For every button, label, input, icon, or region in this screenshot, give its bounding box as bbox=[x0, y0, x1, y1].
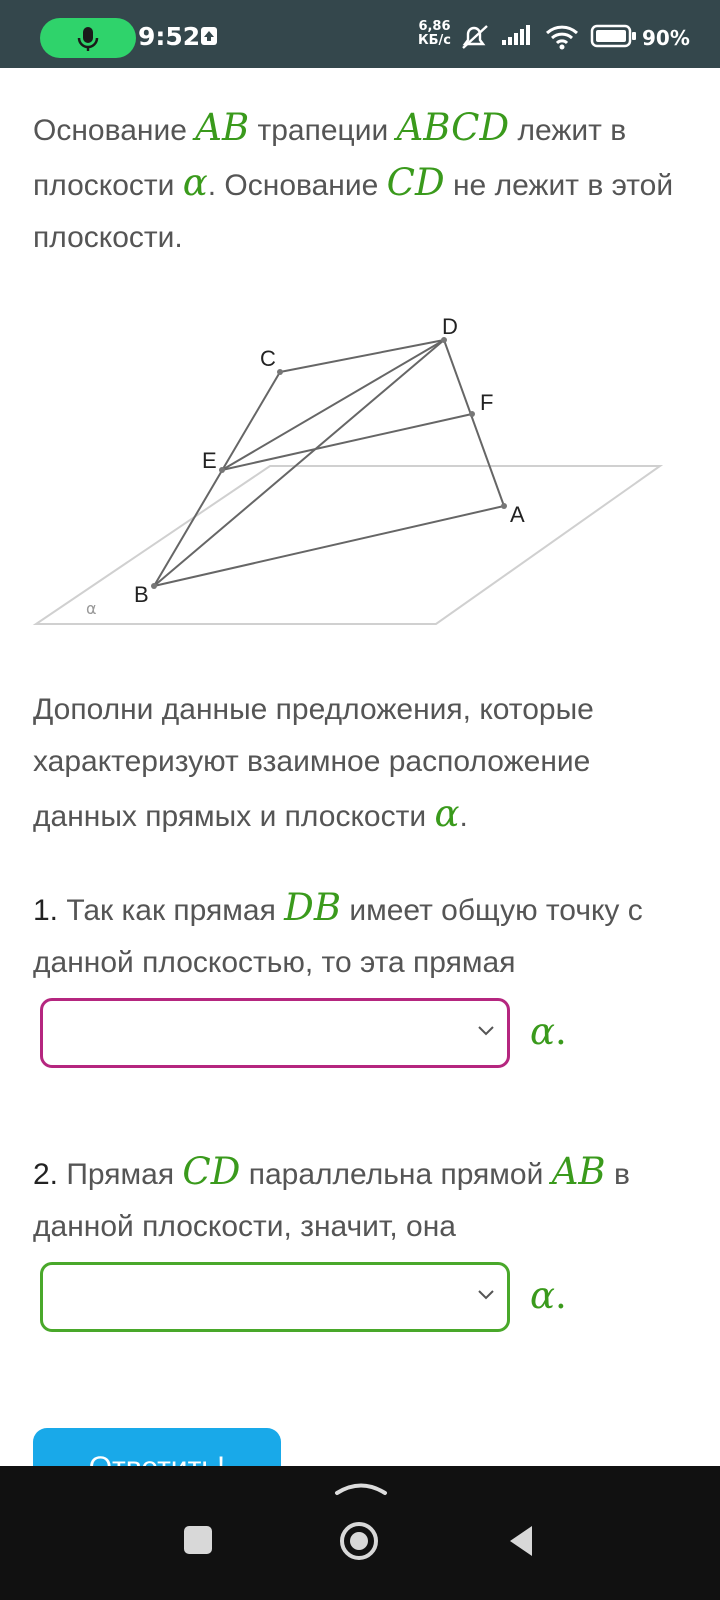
trapezoid-figure: A B C D E F α bbox=[32, 314, 664, 625]
plane-alpha bbox=[32, 465, 664, 625]
instruction-text-1: Дополни данные предложения, которые хара… bbox=[33, 693, 594, 833]
problem-intro: Основание AB трапеции ABCD лежит в плоск… bbox=[33, 102, 693, 264]
point-E bbox=[219, 467, 225, 473]
point-A bbox=[501, 503, 507, 509]
instruction-text: Дополни данные предложения, которые хара… bbox=[33, 684, 693, 843]
question-2-select[interactable] bbox=[40, 1262, 510, 1332]
intro-text-4: . Основание bbox=[207, 169, 387, 202]
label-A: A bbox=[510, 502, 525, 527]
segment-BA bbox=[153, 505, 505, 587]
question-2-period: . bbox=[555, 1274, 567, 1317]
question-2-alpha: α. bbox=[530, 1274, 567, 1317]
point-C bbox=[277, 369, 283, 375]
question-2: 2. Прямая CD параллельна прямой AB в дан… bbox=[33, 1146, 693, 1253]
microphone-icon bbox=[77, 27, 99, 51]
question-1-number: 1. bbox=[33, 894, 59, 927]
question-1-text-1: Так как прямая bbox=[58, 894, 285, 927]
math-CD: CD bbox=[182, 1150, 241, 1193]
point-B bbox=[151, 583, 157, 589]
math-AB: AB bbox=[195, 106, 250, 149]
mic-indicator[interactable] bbox=[40, 18, 136, 58]
navigation-bar bbox=[0, 1466, 720, 1600]
question-1-alpha-symbol: α bbox=[530, 1010, 555, 1053]
question-2-number: 2. bbox=[33, 1158, 59, 1191]
status-bar: 9:52 6,86 КБ/с 90% bbox=[0, 0, 720, 68]
clock: 9:52 bbox=[138, 22, 201, 51]
wifi-icon bbox=[545, 25, 579, 50]
question-1-select[interactable] bbox=[40, 998, 510, 1068]
label-F: F bbox=[480, 390, 493, 415]
question-2-text-2: параллельна прямой bbox=[240, 1158, 552, 1191]
math-ABCD: ABCD bbox=[396, 106, 510, 149]
battery-percent: 90% bbox=[642, 26, 690, 50]
signal-icon bbox=[502, 25, 530, 45]
square-icon[interactable] bbox=[182, 1524, 214, 1556]
battery-icon bbox=[590, 24, 636, 48]
math-CD: CD bbox=[386, 161, 445, 204]
math-AB: AB bbox=[551, 1150, 606, 1193]
question-1: 1. Так как прямая DB имеет общую точку с… bbox=[33, 882, 693, 989]
back-triangle-icon[interactable] bbox=[506, 1524, 536, 1558]
point-F bbox=[469, 411, 475, 417]
upload-icon bbox=[201, 27, 217, 45]
segment-BD bbox=[153, 339, 445, 587]
chevron-down-icon bbox=[478, 1026, 494, 1036]
intro-text-1: Основание bbox=[33, 114, 196, 147]
label-C: C bbox=[260, 346, 276, 371]
segment-ED bbox=[221, 339, 445, 471]
circle-home-icon[interactable] bbox=[338, 1520, 380, 1562]
instruction-text-2: . bbox=[459, 800, 468, 833]
segment-AD bbox=[443, 339, 505, 507]
question-2-alpha-symbol: α bbox=[530, 1274, 555, 1317]
network-speed-value: 6,86 bbox=[418, 19, 451, 34]
network-speed: 6,86 КБ/с bbox=[418, 20, 451, 48]
label-E: E bbox=[202, 448, 217, 473]
network-speed-unit: КБ/с bbox=[418, 33, 451, 48]
label-B: B bbox=[134, 582, 149, 607]
math-alpha: α bbox=[182, 161, 208, 204]
question-1-period: . bbox=[555, 1010, 567, 1053]
math-alpha: α bbox=[434, 792, 460, 835]
chevron-down-icon bbox=[478, 1290, 494, 1300]
intro-text-2: трапеции bbox=[249, 114, 397, 147]
question-2-text-1: Прямая bbox=[58, 1158, 183, 1191]
plane-label-alpha: α bbox=[86, 599, 97, 618]
chevron-up-icon[interactable] bbox=[334, 1480, 388, 1496]
math-DB: DB bbox=[284, 886, 342, 929]
label-D: D bbox=[442, 314, 458, 339]
segment-CB bbox=[153, 371, 281, 587]
segment-DC bbox=[279, 339, 445, 373]
alarm-off-icon bbox=[462, 25, 488, 49]
question-1-alpha: α. bbox=[530, 1010, 567, 1053]
